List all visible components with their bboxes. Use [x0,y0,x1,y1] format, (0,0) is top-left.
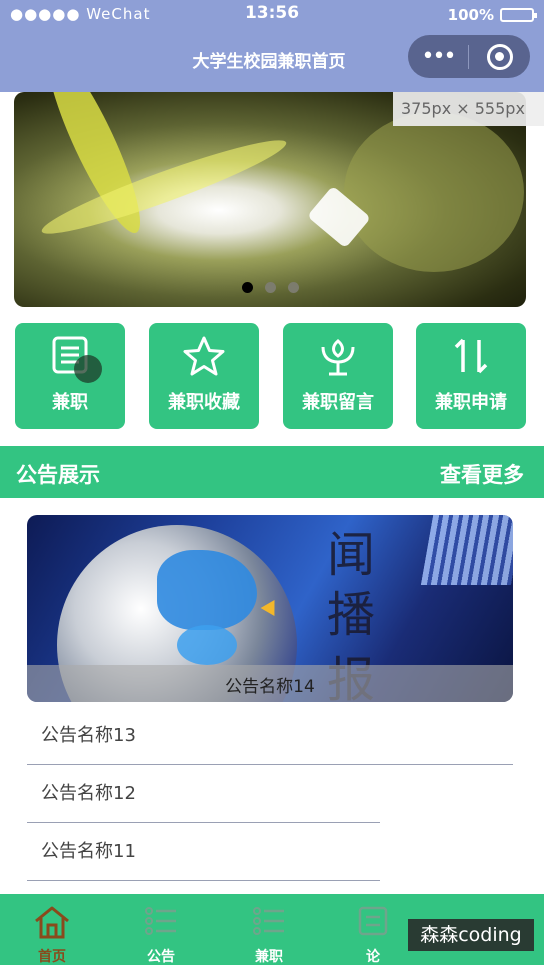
battery-icon [500,8,537,22]
tab-home[interactable]: 首页 [0,894,107,965]
tab-label: 首页 [38,949,66,965]
quick-button-favorites[interactable]: 兼职收藏 [149,323,259,429]
view-more-link[interactable]: 查看更多 [440,459,524,489]
quick-button-label: 兼职 [52,392,88,413]
carousel-indicators [14,282,526,293]
list-icon [253,907,284,935]
close-circle-icon [486,43,513,70]
carousel-dot[interactable] [241,282,253,293]
tab-notices[interactable]: 公告 [106,894,216,965]
quick-button-messages[interactable]: 兼职留言 [283,323,393,429]
overlay-char: 播 [327,587,376,643]
home-icon [35,906,69,939]
miniprogram-capsule: ••• [408,35,530,78]
carousel-dot[interactable] [287,282,299,293]
dimension-tag: 375px × 555px [393,92,544,126]
tab-parttime[interactable]: 兼职 [214,894,324,965]
sort-icon [454,338,488,374]
more-menu-button[interactable]: ••• [408,45,468,67]
watermark: 森森coding [408,919,534,951]
notice-list-item[interactable]: 公告名称13 [27,707,513,765]
notice-section-title: 公告展示 [16,463,100,487]
forum-icon [358,906,388,936]
quick-button-label: 兼职申请 [435,392,507,413]
status-bar: ●●●●● WeChat 13:56 100% [0,0,544,30]
quick-button-label: 兼职留言 [302,392,374,413]
list-icon [145,907,176,935]
touch-indicator [74,355,102,383]
close-button[interactable] [469,43,530,70]
quick-button-label: 兼职收藏 [168,392,240,413]
tab-label: 公告 [147,949,175,965]
battery-percent: 100% [447,6,494,24]
quick-button-apply[interactable]: 兼职申请 [416,323,526,429]
tab-label: 兼职 [255,949,283,965]
battery-indicator: 100% [447,6,537,24]
carousel-dot[interactable] [264,282,276,293]
top-bar: ●●●●● WeChat 13:56 100% 大学生校园兼职首页 ••• [0,0,544,92]
featured-notice-card[interactable]: 闻 播 报 公告名称14 [27,515,513,702]
quick-button-parttime[interactable]: 兼职 [15,323,125,429]
flower-icon [321,339,355,376]
notice-section-header: 公告展示 查看更多 [0,446,544,498]
star-icon [183,336,225,376]
overlay-blank [380,772,544,892]
featured-notice-caption: 公告名称14 [27,665,513,702]
